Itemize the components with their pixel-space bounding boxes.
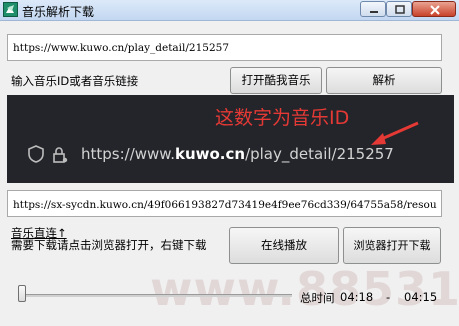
lock-icon — [53, 147, 68, 163]
open-browser-button[interactable]: 浏览器打开下载 — [343, 227, 441, 264]
play-online-button[interactable]: 在线播放 — [229, 227, 339, 264]
hint-url-path: /play_detail/215257 — [245, 145, 394, 163]
progress-thumb[interactable] — [18, 285, 26, 302]
time-separator: - — [386, 290, 391, 304]
maximize-button[interactable] — [386, 1, 412, 17]
stream-url-field[interactable]: https://sx-sycdn.kuwo.cn/49f066193827d73… — [7, 190, 442, 217]
watermark: www.88531.cn — [150, 262, 459, 316]
close-button[interactable] — [412, 1, 456, 17]
total-time: 04:15 — [404, 290, 438, 304]
download-hint-label: 需要下载请点击浏览器打开，右键下载 — [11, 238, 207, 252]
minimize-button[interactable] — [360, 1, 386, 17]
maximize-icon — [395, 5, 405, 14]
window-title: 音乐解析下载 — [22, 5, 95, 19]
hint-url: https://www.kuwo.cn/play_detail/215257 — [81, 145, 394, 163]
close-icon — [430, 5, 440, 15]
app-icon — [3, 2, 18, 17]
hint-caption: 这数字为音乐ID — [215, 107, 350, 129]
minimize-icon — [370, 11, 378, 13]
shield-icon — [28, 145, 44, 163]
title-bar[interactable]: 音乐解析下载 — [0, 0, 459, 21]
progress-track[interactable] — [22, 294, 292, 297]
total-time-label: 总时间 — [300, 291, 335, 305]
hint-url-prefix: https://www. — [81, 145, 175, 163]
parse-button[interactable]: 解析 — [326, 67, 442, 94]
input-label: 输入音乐ID或者音乐链接 — [11, 74, 139, 88]
music-id-hint-image: 这数字为音乐ID https://www.kuwo.cn/play_detail… — [7, 95, 454, 183]
open-kuwo-button[interactable]: 打开酷我音乐 — [230, 67, 322, 94]
music-url-input[interactable]: https://www.kuwo.cn/play_detail/215257 — [7, 34, 442, 61]
hint-url-domain: kuwo.cn — [174, 145, 246, 163]
current-time: 04:18 — [340, 290, 374, 304]
